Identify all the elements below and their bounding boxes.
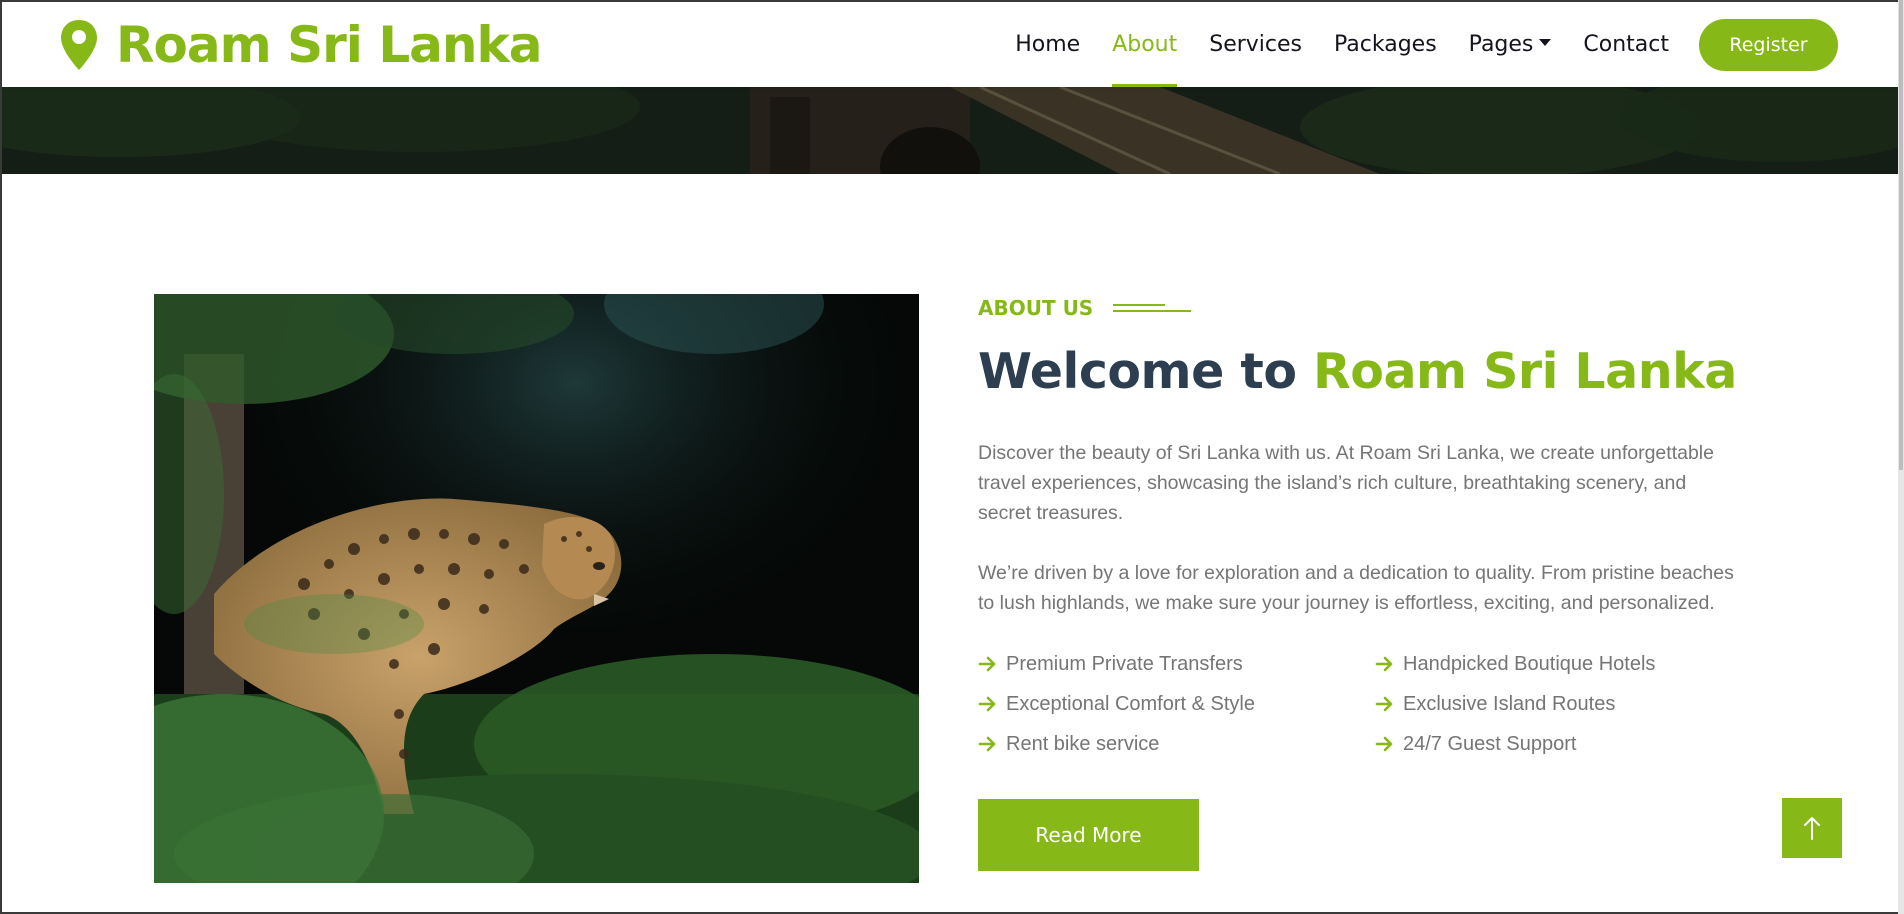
back-to-top-button[interactable] (1782, 798, 1842, 858)
about-paragraph-1: Discover the beauty of Sri Lanka with us… (978, 442, 1714, 524)
brand-logo[interactable]: Roam Sri Lanka (58, 16, 543, 74)
nav-item-label: Contact (1583, 32, 1669, 57)
feature-item: Exceptional Comfort & Style (978, 690, 1375, 718)
arrow-right-icon (978, 696, 996, 712)
feature-label: Handpicked Boutique Hotels (1403, 652, 1656, 675)
nav-menu: Home About Services Packages Pages Conta… (1015, 2, 1898, 87)
nav-item-label: Packages (1334, 32, 1437, 57)
caret-down-icon (1539, 39, 1552, 46)
arrow-right-icon (978, 656, 996, 672)
feature-label: Rent bike service (1006, 732, 1160, 755)
feature-list: Premium Private Transfers Handpicked Bou… (978, 650, 1738, 758)
feature-item: Rent bike service (978, 730, 1375, 758)
arrow-right-icon (1375, 736, 1393, 752)
nav-item-services[interactable]: Services (1209, 2, 1302, 87)
brand-name: Roam Sri Lanka (116, 16, 543, 74)
window-left-border (0, 0, 2, 914)
nav-item-label: About (1112, 32, 1178, 57)
feature-item: 24/7 Guest Support (1375, 730, 1735, 758)
feature-label: Exceptional Comfort & Style (1006, 692, 1255, 715)
section-heading: Welcome to Roam Sri Lanka (978, 342, 1738, 402)
page-scrollbar[interactable] (1898, 0, 1904, 914)
heading-prefix: Welcome to (978, 343, 1314, 400)
nav-item-label: Home (1015, 32, 1081, 57)
arrow-up-icon (1804, 817, 1820, 840)
section-eyebrow: ABOUT US (978, 294, 1738, 322)
scrollbar-thumb[interactable] (1899, 0, 1903, 470)
read-more-button[interactable]: Read More (978, 799, 1199, 871)
arrow-right-icon (978, 736, 996, 752)
feature-item: Premium Private Transfers (978, 650, 1375, 678)
nav-item-packages[interactable]: Packages (1334, 2, 1437, 87)
feature-item: Exclusive Island Routes (1375, 690, 1735, 718)
about-paragraph-2: We’re driven by a love for exploration a… (978, 562, 1734, 614)
feature-label: Exclusive Island Routes (1403, 692, 1616, 715)
about-section: ABOUT US Welcome to Roam Sri Lanka Disco… (978, 294, 1738, 871)
eyebrow-decoration (1113, 303, 1192, 313)
leopard-illustration (154, 294, 919, 883)
map-pin-icon (61, 20, 97, 70)
feature-label: 24/7 Guest Support (1403, 732, 1577, 755)
register-button[interactable]: Register (1699, 18, 1838, 71)
hero-banner-image (0, 87, 1898, 174)
arrow-right-icon (1375, 656, 1393, 672)
feature-item: Handpicked Boutique Hotels (1375, 650, 1735, 678)
nav-item-home[interactable]: Home (1015, 2, 1080, 87)
nav-item-label: Services (1209, 32, 1303, 57)
feature-label: Premium Private Transfers (1006, 652, 1243, 675)
nav-item-label: Pages (1468, 32, 1534, 57)
about-leopard-photo (154, 294, 919, 883)
nav-item-contact[interactable]: Contact (1583, 2, 1669, 87)
heading-accent: Roam Sri Lanka (1313, 343, 1737, 400)
nav-item-pages[interactable]: Pages (1469, 2, 1552, 87)
hero-banner-scenery (0, 87, 1898, 174)
top-navbar: Roam Sri Lanka Home About Services Packa… (0, 0, 1898, 87)
arrow-right-icon (1375, 696, 1393, 712)
nav-item-about[interactable]: About (1112, 2, 1178, 87)
eyebrow-label: ABOUT US (978, 296, 1094, 320)
